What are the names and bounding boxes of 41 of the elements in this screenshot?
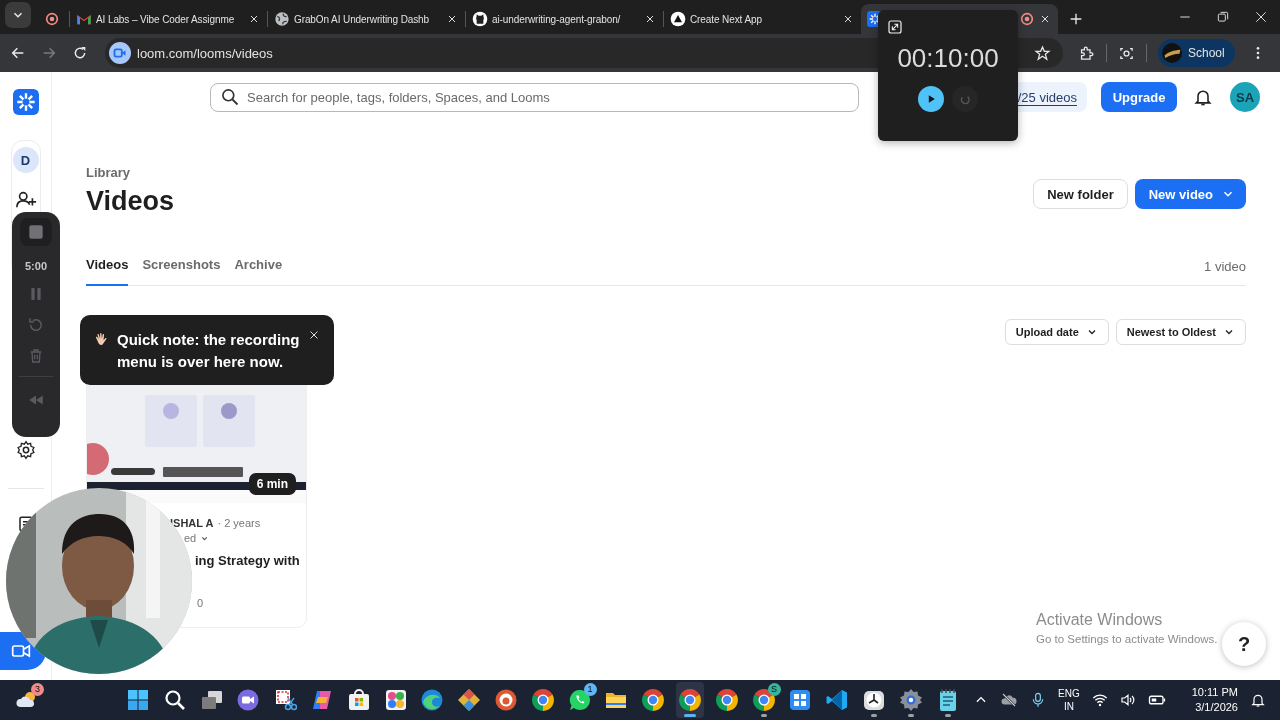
new-video-button[interactable]: New video	[1134, 179, 1246, 209]
browser-tab[interactable]: GrabOn AI Underwriting Dashb	[268, 4, 465, 34]
tab-title: Create Next App	[690, 13, 762, 25]
library-tab[interactable]: Archive	[234, 247, 283, 286]
profile-button[interactable]: School	[1158, 39, 1235, 67]
taskbar-button[interactable]: 1	[565, 682, 594, 718]
language-indicator[interactable]: ENG IN	[1058, 687, 1080, 713]
taskbar-button[interactable]: 3	[13, 682, 41, 718]
status-dropdown[interactable]: ed	[184, 532, 210, 544]
video-title: ing Strategy with	[195, 553, 300, 568]
video-age: · 2 years	[217, 517, 261, 529]
notification-badge: S	[767, 683, 781, 696]
clock-display[interactable]: 10:11 PM 3/1/2026	[1191, 685, 1238, 715]
workspace-avatar[interactable]: D	[12, 147, 39, 173]
notification-badge: 1	[583, 683, 597, 696]
browser-tab[interactable]: Create Next App	[664, 4, 861, 34]
author-name: ISHAL A	[170, 517, 214, 529]
address-text: loom.com/looms/videos	[137, 45, 273, 61]
browser-tab[interactable]: AI Labs – Vibe Coder Assignme	[70, 4, 267, 34]
help-button[interactable]: ?	[1222, 622, 1266, 666]
sort-order-dropdown[interactable]: Newest to Oldest	[1115, 319, 1246, 345]
search-field[interactable]: Search for people, tags, folders, Spaces, and Looms	[210, 82, 859, 112]
tab-title: ai-underwriting-agent-grabon/	[492, 13, 621, 25]
video-count: 1 video	[1204, 258, 1246, 274]
breadcrumb: Library	[86, 165, 132, 180]
upgrade-button[interactable]: Upgrade	[1101, 82, 1177, 112]
library-tab[interactable]: Screenshots	[142, 247, 221, 286]
activation-message: Go to Settings to activate Windows.	[1036, 633, 1218, 645]
view-count: 0	[197, 597, 204, 609]
browser-tab[interactable]: ai-underwriting-agent-grabon/	[466, 4, 663, 34]
library-tab[interactable]: Videos	[86, 247, 129, 286]
recording-time: 5:00	[25, 260, 47, 272]
tab-title: AI Labs – Vibe Coder Assignme	[96, 13, 235, 25]
user-avatar[interactable]: SA	[1230, 82, 1260, 112]
taskbar-button[interactable]: S	[749, 682, 778, 718]
activation-title: Activate Windows	[1036, 611, 1164, 629]
sort-field-dropdown[interactable]: Upload date	[1004, 319, 1109, 345]
page-title: Videos	[86, 186, 176, 216]
tab-title: GrabOn AI Underwriting Dashb	[294, 13, 430, 25]
new-folder-button[interactable]: New folder	[1033, 179, 1128, 209]
notification-badge: 3	[31, 683, 44, 696]
